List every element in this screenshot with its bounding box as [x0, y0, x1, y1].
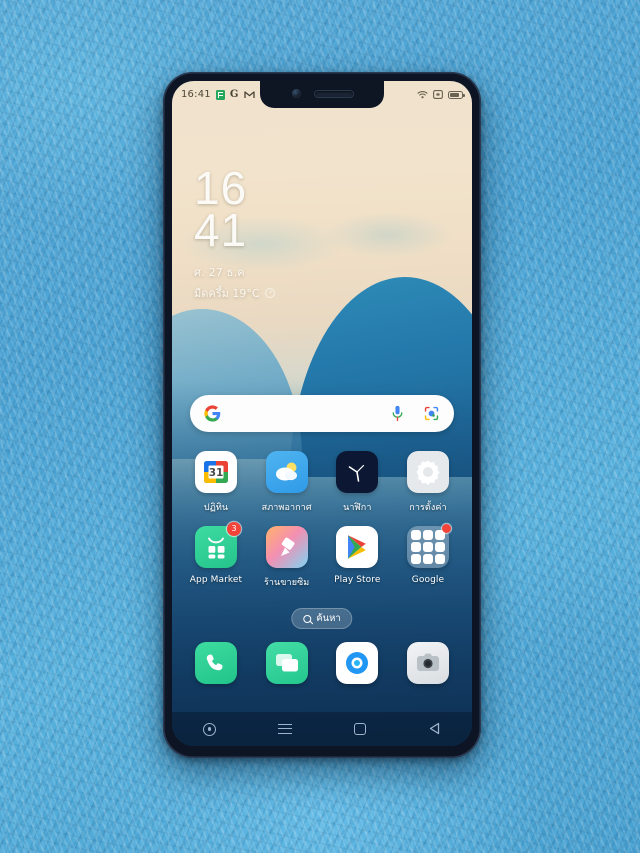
folder-mini-icon: [422, 542, 433, 552]
app-calendar[interactable]: 31 ปฏิทิน: [184, 451, 248, 514]
status-bar-left: 16:41 G: [181, 89, 255, 100]
dock-item-messages[interactable]: [255, 642, 319, 684]
wallpaper-mountain-right: [290, 277, 472, 477]
app-row-1: 31 ปฏิทิน สภาพอากาศ นาฬิกา การตั้งค่า: [184, 451, 460, 514]
weather-text: มืดครึ้ม 19°C: [194, 286, 260, 300]
clock-icon: [336, 451, 379, 493]
folder-mini-icon: [422, 530, 433, 540]
home-square-icon: [353, 723, 366, 735]
folder-mini-icon: [434, 554, 445, 564]
assistant-circle-icon: [203, 722, 216, 736]
svg-text:31: 31: [209, 467, 224, 479]
app-app-market[interactable]: 3 App Market: [184, 522, 248, 589]
magnifier-icon: [303, 614, 312, 623]
folder-badge: [441, 524, 451, 533]
navigation-bar: [172, 712, 472, 746]
app-grid: 31 ปฏิทิน สภาพอากาศ นาฬิกา การตั้งค่า 3 …: [184, 451, 460, 601]
gmail-icon: [243, 90, 255, 99]
camera-icon: [406, 642, 449, 684]
dock-item-camera[interactable]: [396, 642, 460, 684]
refresh-icon[interactable]: [264, 287, 275, 298]
clock-widget[interactable]: 16 41 ศ. 27 ธ.ค มืดครึ้ม 19°C: [194, 162, 275, 302]
menu-lines-icon: [277, 723, 292, 735]
app-label: Google: [411, 575, 445, 585]
nav-back-button[interactable]: [418, 718, 452, 740]
folder-mini-icon: [410, 542, 421, 552]
google-icon: G: [229, 89, 239, 100]
app-sim-shop[interactable]: ร้านขายซิม: [255, 526, 319, 589]
phone-icon: [195, 642, 237, 684]
status-bar-clock: 16:41: [181, 89, 211, 100]
folder-mini-icon: [410, 530, 421, 540]
dock-item-phone[interactable]: [184, 642, 248, 684]
app-label: การตั้งค่า: [409, 503, 447, 513]
nav-recents-button[interactable]: [268, 718, 302, 740]
app-google-folder[interactable]: Google: [396, 524, 460, 589]
google-lens-icon[interactable]: [423, 405, 440, 422]
settings-gear-icon: [406, 451, 449, 493]
sim-shop-icon: [265, 526, 308, 568]
phone-screen: 16:41 G 16 41 ศ. 27 ธ.ค มืดครึ้ม 19°C 31…: [172, 81, 472, 746]
search-pill-button[interactable]: ค้นหา: [291, 608, 353, 629]
clock-date: ศ. 27 ธ.ค: [194, 265, 245, 279]
back-triangle-icon: [428, 720, 441, 739]
app-label: App Market: [189, 575, 243, 585]
phone-device: 16:41 G 16 41 ศ. 27 ธ.ค มืดครึ้ม 19°C 31…: [163, 72, 481, 758]
app-label: ปฏิทิน: [203, 503, 229, 513]
app-row-2: 3 App Market ร้านขายซิม Play Store Googl…: [184, 522, 460, 589]
app-market-icon: 3: [195, 522, 241, 568]
app-clock[interactable]: นาฬิกา: [325, 451, 389, 514]
clock-minutes: 41: [194, 204, 248, 257]
signal-icon: [433, 90, 443, 99]
notch: [260, 81, 384, 108]
app-label: ร้านขายซิม: [263, 578, 310, 588]
sheets-icon: [215, 89, 225, 100]
play-store-icon: [336, 526, 379, 568]
app-play-store[interactable]: Play Store: [325, 526, 389, 589]
folder-mini-icon: [410, 554, 421, 564]
nav-home-button[interactable]: [343, 718, 377, 740]
search-pill-label: ค้นหา: [316, 613, 341, 624]
app-badge: 3: [227, 522, 241, 536]
google-search-bar[interactable]: [190, 395, 454, 432]
app-label: Play Store: [334, 575, 381, 585]
calendar-icon: 31: [195, 451, 237, 493]
photo-scene: 16:41 G 16 41 ศ. 27 ธ.ค มืดครึ้ม 19°C 31…: [0, 0, 640, 853]
app-settings[interactable]: การตั้งค่า: [396, 451, 460, 514]
app-label: สภาพอากาศ: [261, 503, 312, 513]
clock-hours: 16: [194, 162, 248, 214]
dock: [184, 642, 460, 684]
dock-item-browser[interactable]: [325, 642, 389, 684]
earpiece-speaker-icon: [314, 90, 353, 97]
battery-icon: [448, 90, 465, 99]
battery-fill: [450, 92, 459, 97]
front-camera-icon: [291, 89, 301, 98]
app-label: นาฬิกา: [343, 503, 372, 513]
browser-icon: [336, 642, 379, 684]
messages-icon: [265, 642, 308, 684]
weather-icon: [265, 451, 308, 493]
wifi-icon: [417, 90, 428, 99]
clock-weather: มืดครึ้ม 19°C: [194, 284, 275, 302]
wallpaper-mountain-left: [172, 309, 302, 459]
google-g-logo-icon: [204, 405, 221, 422]
status-bar-right: [417, 90, 465, 99]
folder-mini-icon: [434, 542, 445, 552]
microphone-icon[interactable]: [391, 405, 404, 422]
folder-mini-icon: [422, 554, 433, 564]
folder-icon-grid: [410, 530, 445, 564]
google-folder-icon: [406, 524, 451, 568]
nav-assistant-button[interactable]: [193, 718, 227, 740]
app-weather[interactable]: สภาพอากาศ: [255, 451, 319, 514]
